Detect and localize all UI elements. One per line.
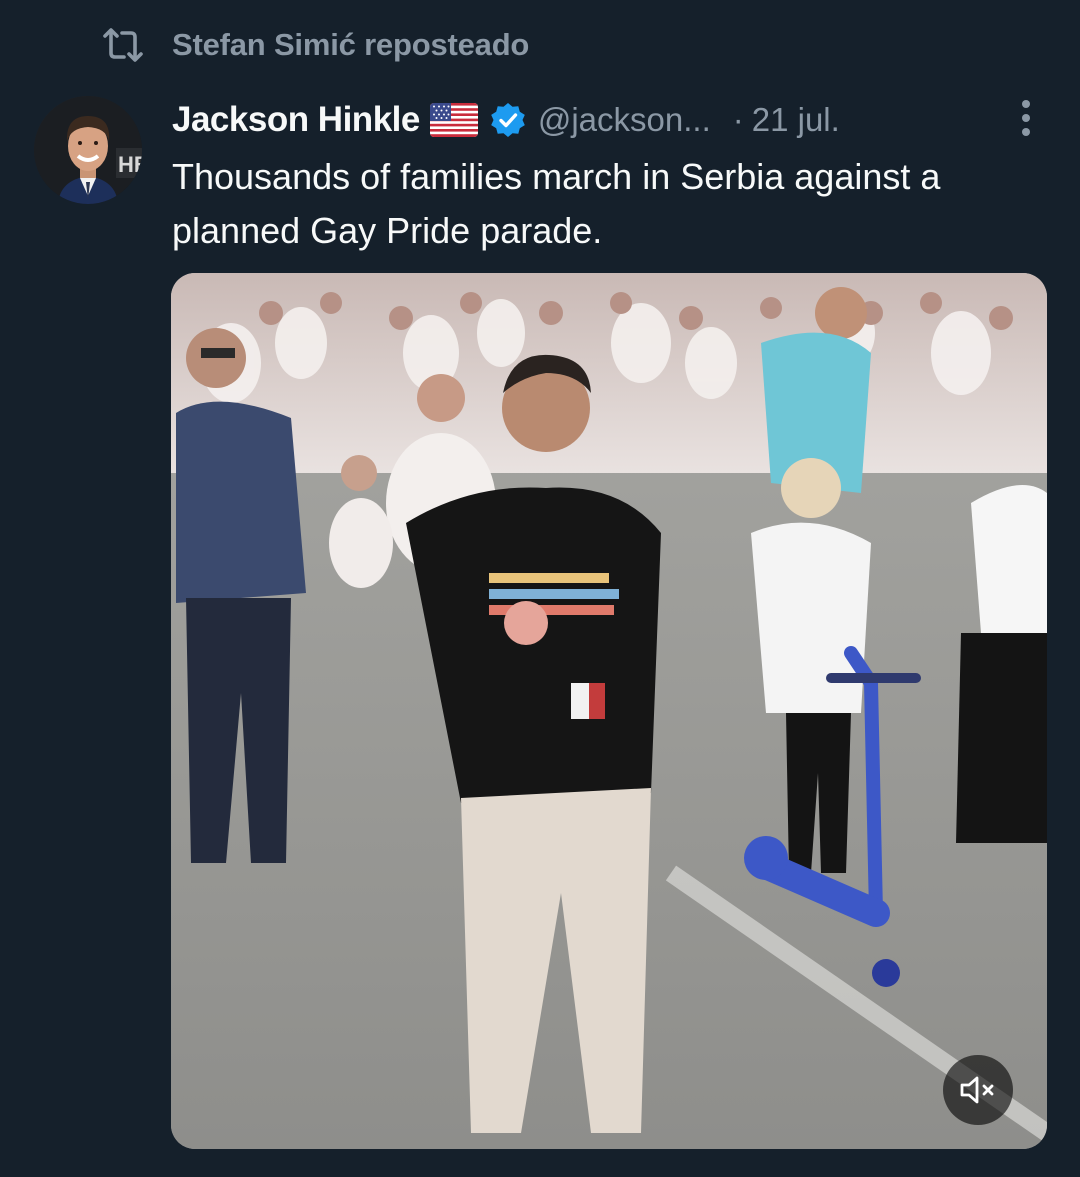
tweet-header: Jackson Hinkle @jackson... · 21 jul. — [172, 96, 1052, 144]
video-frame-image — [171, 273, 1047, 1149]
avatar-image: HB — [34, 96, 142, 204]
verified-badge-icon[interactable] — [490, 102, 526, 138]
repost-label[interactable]: Stefan Simić reposteado — [172, 27, 529, 63]
repost-header[interactable]: Stefan Simić reposteado — [100, 22, 529, 68]
mute-toggle-button[interactable] — [943, 1055, 1013, 1125]
more-options-icon — [1022, 100, 1030, 136]
author-name[interactable]: Jackson Hinkle — [172, 100, 420, 140]
more-options-button[interactable] — [1006, 96, 1046, 140]
volume-muted-icon — [960, 1076, 994, 1104]
tweet-date[interactable]: 21 jul. — [752, 101, 840, 139]
tweet-text: Thousands of families march in Serbia ag… — [172, 156, 941, 251]
us-flag-icon — [429, 103, 478, 137]
avatar-backdrop-letters: HB — [118, 152, 142, 177]
author-handle[interactable]: @jackson... — [538, 101, 711, 139]
avatar[interactable]: HB — [34, 96, 142, 204]
separator-dot: · — [732, 101, 744, 138]
tweet-video[interactable] — [171, 273, 1047, 1149]
repost-icon — [100, 22, 146, 68]
